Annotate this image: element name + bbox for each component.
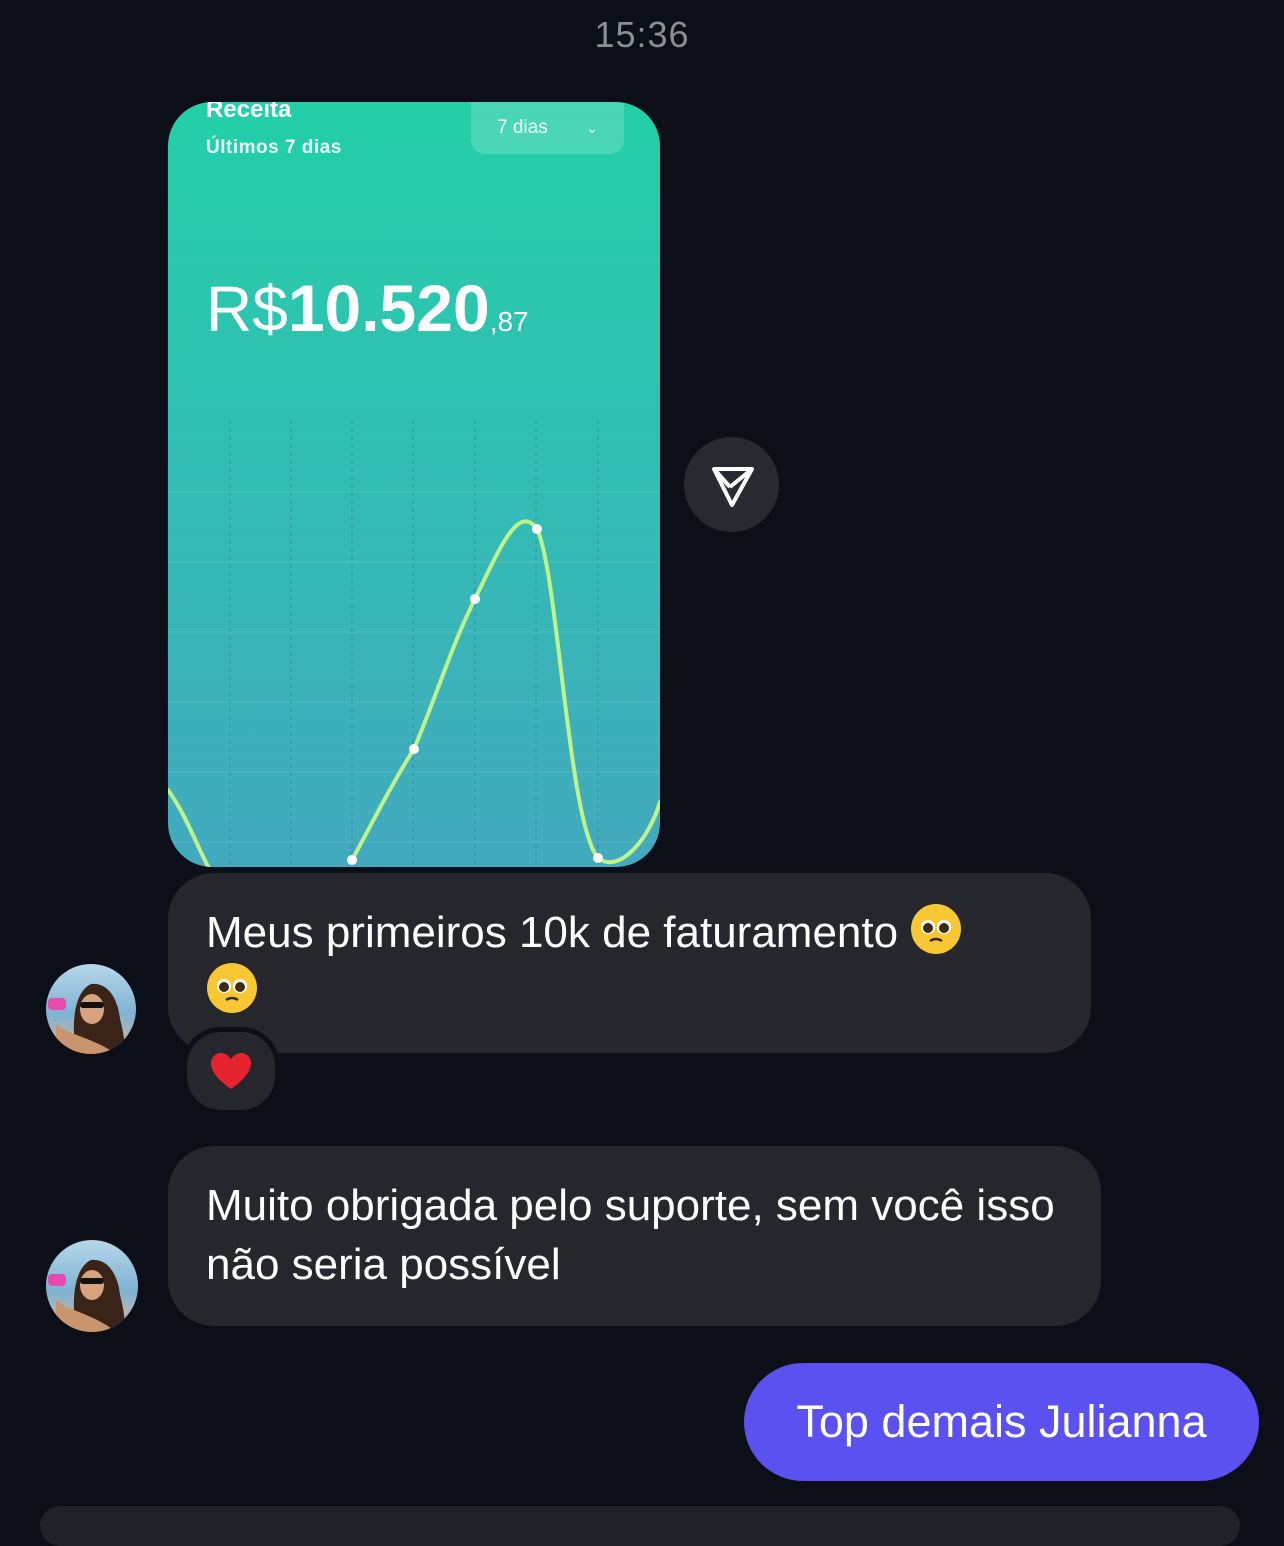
message-input-bar[interactable] — [40, 1506, 1240, 1546]
currency-symbol: R$ — [206, 273, 288, 345]
data-point — [593, 853, 603, 863]
pleading-face-icon — [207, 963, 257, 1013]
pleading-face-icon — [911, 904, 962, 954]
my-message-bubble[interactable]: Top demais Julianna — [744, 1363, 1259, 1481]
avatar[interactable] — [46, 1240, 138, 1332]
card-title: Receita — [206, 102, 292, 123]
message-text: Meus primeiros 10k de faturamento — [206, 908, 899, 957]
message-bubble[interactable]: Meus primeiros 10k de faturamento — [168, 873, 1091, 1053]
series-line — [168, 519, 660, 867]
range-dropdown[interactable]: 7 dias ⌄ — [471, 102, 624, 154]
data-point — [470, 594, 480, 604]
avatar[interactable] — [46, 964, 136, 1054]
data-point — [347, 855, 357, 865]
share-button[interactable] — [684, 437, 779, 532]
message-text: Muito obrigada pelo suporte, sem você is… — [206, 1181, 1055, 1289]
message-text: Top demais Julianna — [796, 1396, 1207, 1447]
range-label: 7 dias — [497, 117, 548, 138]
chevron-down-icon: ⌄ — [586, 119, 598, 136]
revenue-amount: R$10.520,87 — [206, 270, 529, 346]
data-point — [532, 524, 542, 534]
reaction-badge[interactable] — [182, 1027, 280, 1115]
send-icon — [711, 466, 754, 507]
amount-decimal: ,87 — [489, 306, 529, 337]
shared-revenue-card[interactable]: Receita Últimos 7 dias 7 dias ⌄ R$10.520… — [168, 102, 660, 867]
message-bubble[interactable]: Muito obrigada pelo suporte, sem você is… — [168, 1146, 1101, 1326]
amount-integer: 10.520 — [287, 271, 490, 345]
data-point — [409, 744, 419, 754]
avatar-photo — [48, 983, 125, 1054]
revenue-chart — [168, 420, 660, 867]
card-subtitle: Últimos 7 dias — [206, 137, 342, 158]
timestamp: 15:36 — [594, 14, 690, 55]
heart-icon — [211, 1053, 251, 1089]
avatar-photo — [48, 1259, 125, 1332]
